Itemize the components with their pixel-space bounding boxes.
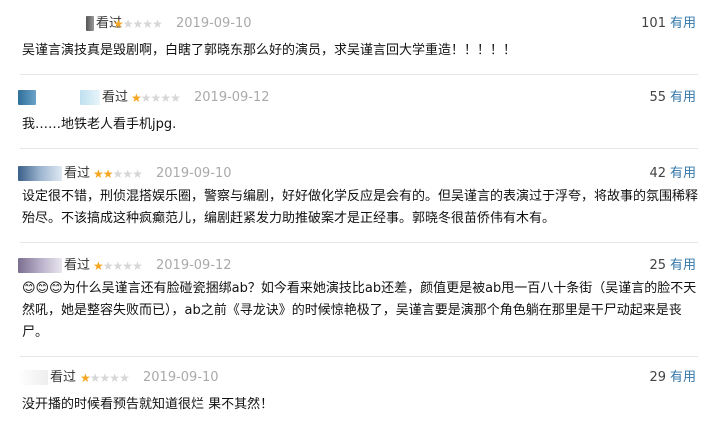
comment-text: 没开播的时候看预告就知道很烂 果不其然！ [22,397,274,412]
avatar[interactable] [18,166,62,181]
useful-vote: 29 有用 [649,370,696,386]
star-icon: ★ [102,259,114,273]
comment-list: 看过 ★★★★★ 2019-09-10 101 有用 吴谨言演技真是毁剧啊，白瞎了… [0,0,718,422]
comment-date: 2019-09-12 [194,90,270,105]
star-icon: ★ [109,371,120,385]
useful-vote: 55 有用 [649,90,696,106]
star-icon: ★ [150,91,162,105]
comment-text: 我……地铁老人看手机jpg. [22,117,177,132]
star-icon: ★ [132,17,144,31]
useful-vote: 42 有用 [649,166,696,182]
star-rating: ★★★★★ [131,90,181,106]
useful-count: 29 [649,370,666,385]
comment-header: 看过 ★★★★★ 2019-09-12 55 有用 [0,88,718,108]
star-icon: ★ [112,167,124,181]
star-icon: ★ [122,167,133,181]
divider [20,74,698,75]
comment-date: 2019-09-12 [156,258,232,273]
star-icon: ★ [119,371,130,385]
star-icon: ★ [122,259,133,273]
star-icon: ★ [93,167,104,181]
comment-header: 看过 ★★★★★ 2019-09-10 42 有用 [0,164,718,184]
useful-button[interactable]: 有用 [670,258,696,273]
star-rating: ★★★★★ [113,16,163,32]
comment-date: 2019-09-10 [176,16,252,31]
divider [20,242,698,243]
comment-text: 😊😊😊为什么吴谨言还有脸碰瓷捆绑ab？如今看来她演技比ab还差，颜值更是被ab甩… [22,281,697,340]
comment-header: 看过 ★★★★★ 2019-09-10 101 有用 [0,14,718,34]
useful-vote: 101 有用 [641,16,696,32]
star-icon: ★ [112,259,124,273]
comment-header: 看过 ★★★★★ 2019-09-10 29 有用 [0,368,718,388]
comment-text: 吴谨言演技真是毁剧啊，白瞎了郭晓东那么好的演员，求吴谨言回大学重造！！！！！ [22,43,517,58]
avatar[interactable] [18,370,48,385]
comment-header: 看过 ★★★★★ 2019-09-12 25 有用 [0,256,718,276]
star-icon: ★ [142,17,153,31]
useful-count: 101 [641,16,666,31]
comment-text: 设定很不错，刑侦混搭娱乐圈，警察与编剧，好好做化学反应是会有的。但吴谨言的表演过… [22,189,699,226]
watch-status: 看过 [102,90,129,105]
star-icon: ★ [113,17,124,31]
star-icon: ★ [152,17,163,31]
watch-status: 看过 [50,370,77,385]
star-icon: ★ [131,91,142,105]
useful-count: 42 [649,166,666,181]
avatar[interactable] [86,16,94,31]
useful-vote: 25 有用 [649,258,696,274]
useful-count: 25 [649,258,666,273]
useful-count: 55 [649,90,666,105]
star-icon: ★ [89,371,101,385]
star-icon: ★ [160,91,171,105]
useful-button[interactable]: 有用 [670,166,696,181]
useful-button[interactable]: 有用 [670,90,696,105]
star-icon: ★ [132,167,143,181]
star-icon: ★ [170,91,181,105]
star-icon: ★ [132,259,143,273]
divider [20,356,698,357]
useful-button[interactable]: 有用 [670,16,696,31]
star-rating: ★★★★★ [93,258,143,274]
avatar[interactable] [18,90,36,105]
star-rating: ★★★★★ [93,166,143,182]
watch-status: 看过 [64,166,91,181]
star-icon: ★ [93,259,104,273]
star-rating: ★★★★★ [80,370,130,386]
comment-date: 2019-09-10 [143,370,219,385]
avatar [80,90,100,105]
watch-status: 看过 [64,258,91,273]
divider [20,148,698,149]
comment-date: 2019-09-10 [156,166,232,181]
star-icon: ★ [102,167,114,181]
star-icon: ★ [140,91,152,105]
avatar[interactable] [18,258,62,273]
star-icon: ★ [80,371,91,385]
useful-button[interactable]: 有用 [670,370,696,385]
star-icon: ★ [99,371,111,385]
star-icon: ★ [122,17,134,31]
